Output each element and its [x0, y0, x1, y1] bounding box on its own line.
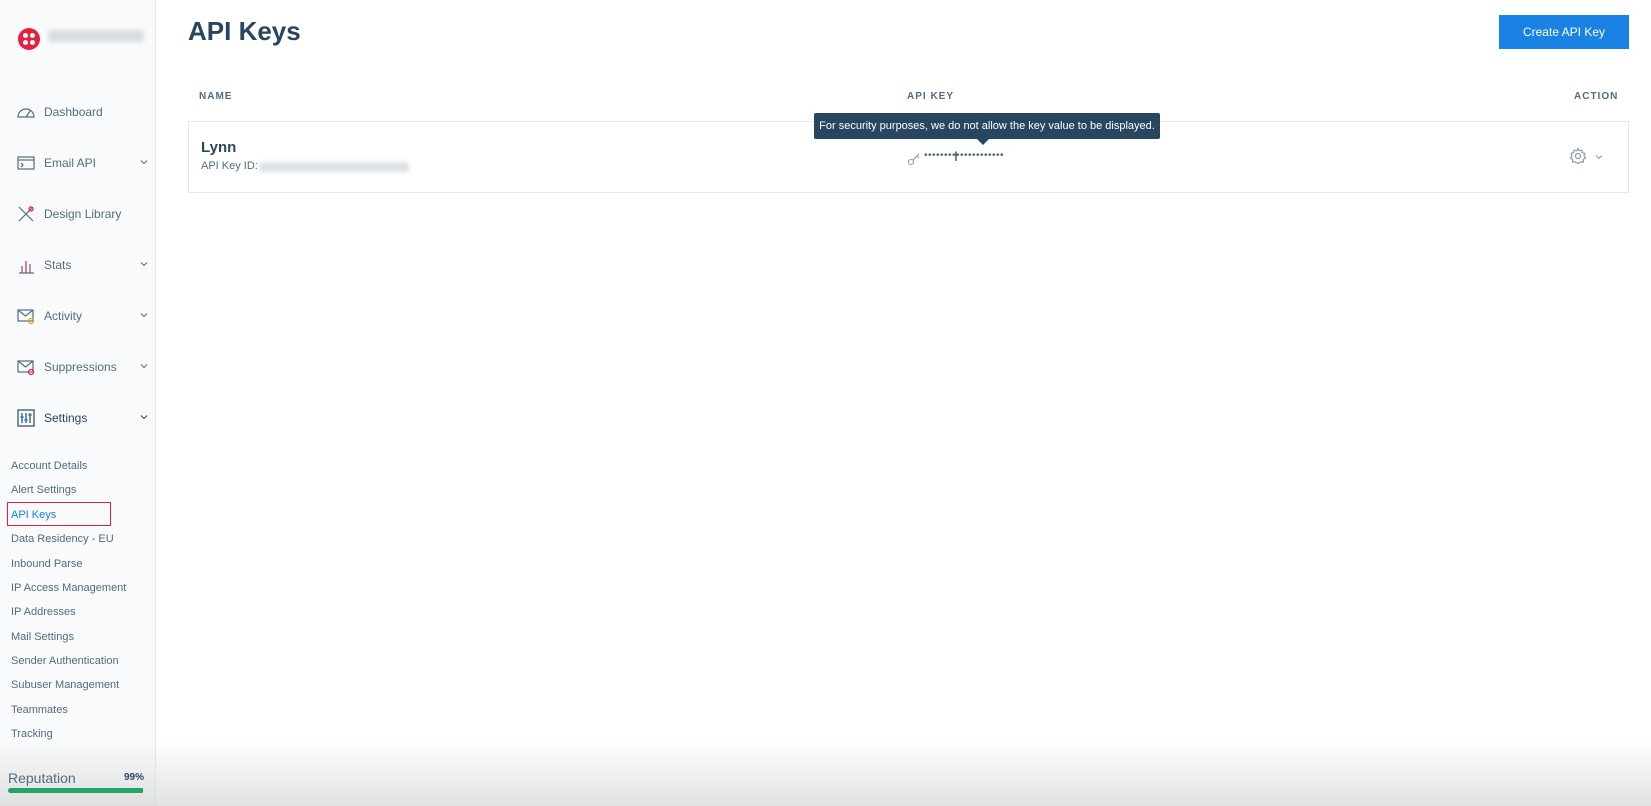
account-name-blurred[interactable]: [48, 30, 144, 42]
chevron-down-icon: [140, 160, 148, 165]
chevron-down-icon: [140, 415, 148, 420]
masked-api-key[interactable]: ••••••••••••••••••••: [924, 150, 1004, 161]
chevron-down-icon: [140, 364, 148, 369]
tools-icon: [18, 206, 34, 222]
security-tooltip: For security purposes, we do not allow t…: [814, 113, 1160, 145]
mail-search-icon: [17, 309, 35, 325]
column-header-name: NAME: [199, 91, 233, 102]
chevron-down-icon[interactable]: [1595, 153, 1603, 161]
mail-blocked-icon: [17, 360, 35, 376]
reputation-bar-fill: [8, 788, 143, 793]
gear-icon[interactable]: [1569, 147, 1587, 165]
column-header-api-key: API KEY: [907, 91, 955, 102]
nav-label: Settings: [44, 411, 88, 425]
column-header-action: ACTION: [1574, 91, 1619, 102]
brand-logo-icon[interactable]: [18, 28, 40, 50]
text-cursor-icon: I: [954, 148, 958, 164]
settings-item-subuser-management[interactable]: Subuser Management: [11, 679, 119, 691]
nav-item-design-library[interactable]: Design Library: [0, 194, 156, 234]
settings-item-account-details[interactable]: Account Details: [11, 460, 87, 472]
nav-item-settings[interactable]: Settings: [0, 398, 156, 438]
sliders-icon: [17, 409, 35, 427]
page-title: API Keys: [188, 16, 301, 46]
bar-chart-icon: [19, 261, 34, 274]
settings-item-alert-settings[interactable]: Alert Settings: [11, 484, 76, 496]
nav-label: Stats: [44, 258, 72, 272]
settings-item-data-residency[interactable]: Data Residency - EU: [11, 533, 114, 545]
key-icon: [907, 153, 920, 166]
chevron-down-icon: [140, 262, 148, 267]
nav-item-dashboard[interactable]: Dashboard: [0, 92, 156, 132]
settings-item-ip-addresses[interactable]: IP Addresses: [11, 606, 76, 618]
settings-item-mail-settings[interactable]: Mail Settings: [11, 631, 74, 643]
settings-item-inbound-parse[interactable]: Inbound Parse: [11, 558, 83, 570]
nav-item-suppressions[interactable]: Suppressions: [0, 347, 156, 387]
nav-label: Activity: [44, 309, 83, 323]
nav-label: Dashboard: [44, 105, 103, 119]
speedometer-icon: [17, 108, 35, 118]
terminal-icon: [17, 156, 35, 170]
create-api-key-button[interactable]: Create API Key: [1499, 15, 1629, 49]
chevron-down-icon: [140, 313, 148, 318]
footer-fade: [0, 740, 1651, 806]
settings-item-tracking[interactable]: Tracking: [11, 728, 53, 740]
api-key-id-value-blurred: [259, 162, 409, 172]
nav-label: Email API: [44, 156, 97, 170]
api-key-id-label: API Key ID:: [201, 160, 258, 172]
reputation-value: 99%: [124, 772, 145, 783]
nav-label: Suppressions: [44, 360, 117, 374]
tooltip-text: For security purposes, we do not allow t…: [819, 120, 1155, 132]
nav-item-email-api[interactable]: Email API: [0, 143, 156, 183]
reputation-bar: [8, 788, 144, 793]
sidebar: Dashboard Email API Design Library Stats…: [0, 0, 156, 806]
nav-item-stats[interactable]: Stats: [0, 245, 156, 285]
settings-item-teammates[interactable]: Teammates: [11, 704, 68, 716]
settings-item-ip-access-management[interactable]: IP Access Management: [11, 582, 126, 594]
nav-label: Design Library: [44, 207, 122, 221]
api-key-name[interactable]: Lynn: [201, 139, 236, 156]
reputation-label: Reputation: [8, 770, 76, 786]
settings-item-api-keys[interactable]: API Keys: [11, 509, 56, 521]
settings-item-sender-authentication[interactable]: Sender Authentication: [11, 655, 119, 667]
nav-item-activity[interactable]: Activity: [0, 296, 156, 336]
